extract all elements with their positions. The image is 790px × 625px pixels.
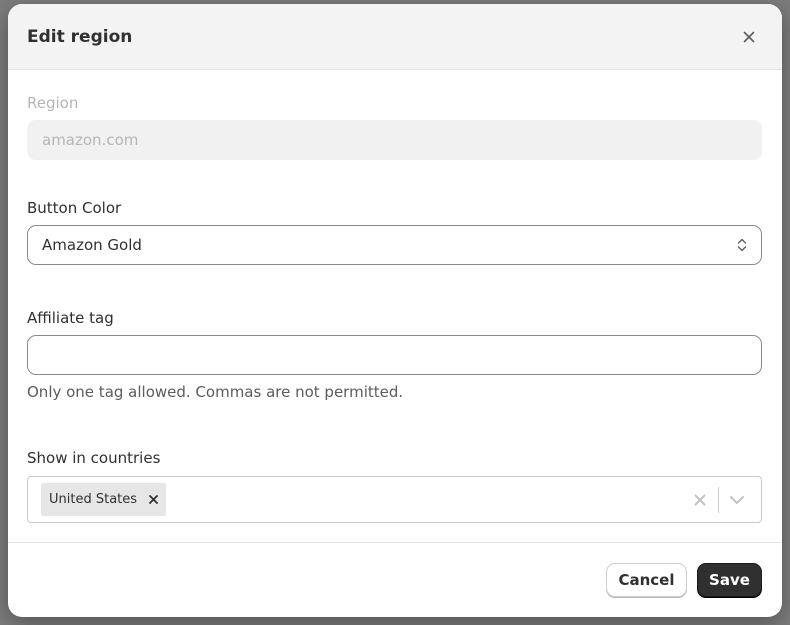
dialog-title: Edit region bbox=[27, 26, 133, 47]
affiliate-tag-input[interactable] bbox=[27, 335, 762, 375]
affiliate-tag-label: Affiliate tag bbox=[27, 309, 114, 327]
countries-label: Show in countries bbox=[27, 449, 161, 467]
region-field: Region amazon.com bbox=[27, 94, 762, 160]
remove-icon bbox=[149, 495, 158, 504]
countries-multiselect[interactable]: United States bbox=[27, 476, 762, 523]
button-color-label: Button Color bbox=[27, 199, 122, 217]
cancel-button[interactable]: Cancel bbox=[606, 563, 687, 597]
region-input: amazon.com bbox=[27, 120, 762, 160]
dropdown-toggle-button[interactable] bbox=[719, 477, 755, 522]
dialog-footer: Cancel Save bbox=[8, 542, 782, 617]
country-chip: United States bbox=[41, 483, 167, 516]
button-color-select[interactable]: Amazon Gold bbox=[27, 225, 762, 265]
countries-field: Show in countries United States bbox=[27, 449, 762, 523]
multiselect-controls bbox=[682, 477, 755, 522]
select-chevron-icon bbox=[737, 238, 747, 252]
button-color-field: Button Color Amazon Gold bbox=[27, 199, 762, 265]
close-icon bbox=[743, 31, 755, 42]
clear-icon bbox=[694, 494, 706, 505]
save-button[interactable]: Save bbox=[697, 563, 762, 597]
affiliate-tag-field: Affiliate tag Only one tag allowed. Comm… bbox=[27, 309, 762, 401]
selected-countries: United States bbox=[41, 483, 167, 516]
country-chip-label: United States bbox=[49, 492, 138, 507]
chip-remove-button[interactable] bbox=[149, 495, 158, 504]
dialog-header: Edit region bbox=[8, 4, 782, 70]
clear-all-button[interactable] bbox=[682, 477, 718, 522]
affiliate-tag-help: Only one tag allowed. Commas are not per… bbox=[27, 383, 404, 401]
chevron-down-icon bbox=[730, 495, 744, 504]
region-label: Region bbox=[27, 94, 79, 112]
button-color-value: Amazon Gold bbox=[42, 236, 142, 254]
close-button[interactable] bbox=[735, 23, 763, 51]
edit-region-dialog: Edit region Region amazon.com Button Col… bbox=[8, 4, 782, 617]
